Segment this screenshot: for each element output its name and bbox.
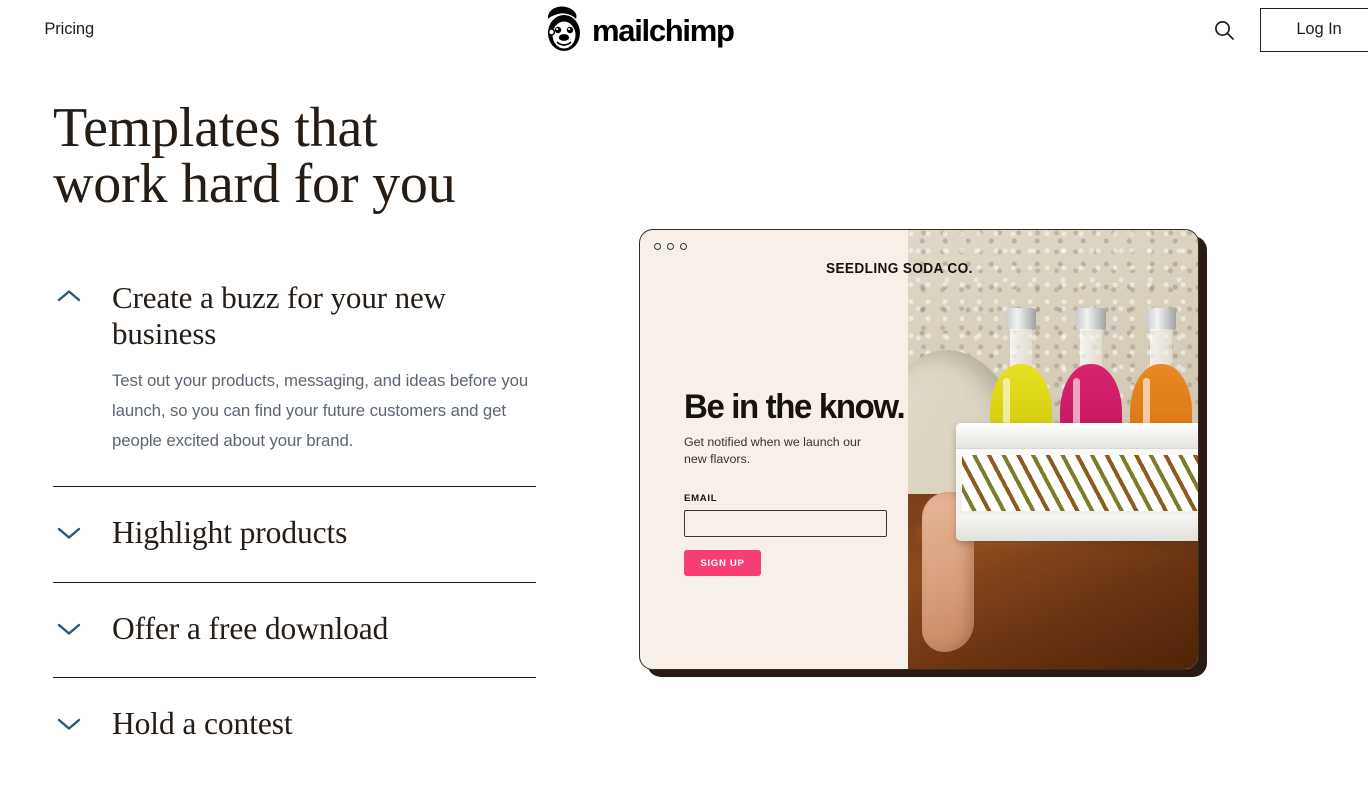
accordion-title: Offer a free download xyxy=(112,610,389,646)
bottle-cap xyxy=(1146,308,1176,330)
accordion-title: Hold a contest xyxy=(112,706,293,742)
accordion-header-create-buzz[interactable]: Create a buzz for your new business xyxy=(53,258,536,352)
product-photo: SEEDLING SEEDLING SEEDLING xyxy=(908,230,1198,669)
email-field-label: EMAIL xyxy=(684,493,718,504)
search-button[interactable] xyxy=(1209,15,1239,45)
accordion-item-create-buzz: Create a buzz for your new business Test… xyxy=(53,258,536,486)
accordion-header-free-download[interactable]: Offer a free download xyxy=(53,583,536,678)
accordion-item-free-download: Offer a free download xyxy=(53,581,536,678)
email-template-preview-card[interactable]: SEEDLING SEEDLING SEEDLING xyxy=(639,229,1199,670)
accordion-title: Highlight products xyxy=(112,515,348,551)
accordion-title: Create a buzz for your new business xyxy=(112,280,446,351)
accordion-item-hold-contest: Hold a contest xyxy=(53,677,536,773)
page-root: piration Pricing mailchimp xyxy=(0,0,1368,805)
login-button[interactable]: Log In xyxy=(1260,7,1368,52)
logo-wordmark: mailchimp xyxy=(592,12,735,48)
crate-base xyxy=(956,515,1198,541)
content-left-column: Templates that work hard for you Create … xyxy=(53,100,543,773)
chevron-up-icon xyxy=(53,280,112,303)
mailchimp-logo[interactable]: mailchimp xyxy=(543,5,735,53)
accordion-header-hold-contest[interactable]: Hold a contest xyxy=(53,678,536,773)
email-input[interactable] xyxy=(684,510,887,537)
page-title: Templates that work hard for you xyxy=(53,97,456,215)
header-actions: Log In xyxy=(1209,0,1368,59)
chevron-down-icon xyxy=(53,717,112,731)
template-subtext: Get notified when we launch our new flav… xyxy=(684,435,862,466)
template-copy-area: SEEDLING SODA CO. Be in the know. Get no… xyxy=(640,230,972,669)
accordion-header-highlight-products[interactable]: Highlight products xyxy=(53,487,536,582)
bottle-cap xyxy=(1006,308,1036,330)
bottle-cap xyxy=(1076,308,1106,330)
primary-nav: piration Pricing xyxy=(0,0,94,59)
sign-up-button[interactable]: SIGN UP xyxy=(684,550,761,576)
site-header: piration Pricing mailchimp xyxy=(0,0,1368,59)
search-icon xyxy=(1215,20,1234,40)
accordion-body-text: Test out your products, messaging, and i… xyxy=(112,370,529,451)
nav-item-pricing[interactable]: Pricing xyxy=(44,20,94,39)
accordion-item-highlight-products: Highlight products xyxy=(53,486,536,582)
brand-name: SEEDLING SODA CO. xyxy=(826,261,973,277)
freddie-monkey-icon xyxy=(547,6,580,51)
accordion-body-create-buzz: Test out your products, messaging, and i… xyxy=(53,352,529,486)
crate-rim xyxy=(956,423,1198,449)
chevron-down-icon xyxy=(53,526,112,540)
crate-slats xyxy=(962,455,1198,511)
white-crate xyxy=(956,423,1198,541)
template-headline: Be in the know. xyxy=(684,388,906,426)
chevron-down-icon xyxy=(53,622,112,636)
use-case-accordion: Create a buzz for your new business Test… xyxy=(53,258,536,773)
